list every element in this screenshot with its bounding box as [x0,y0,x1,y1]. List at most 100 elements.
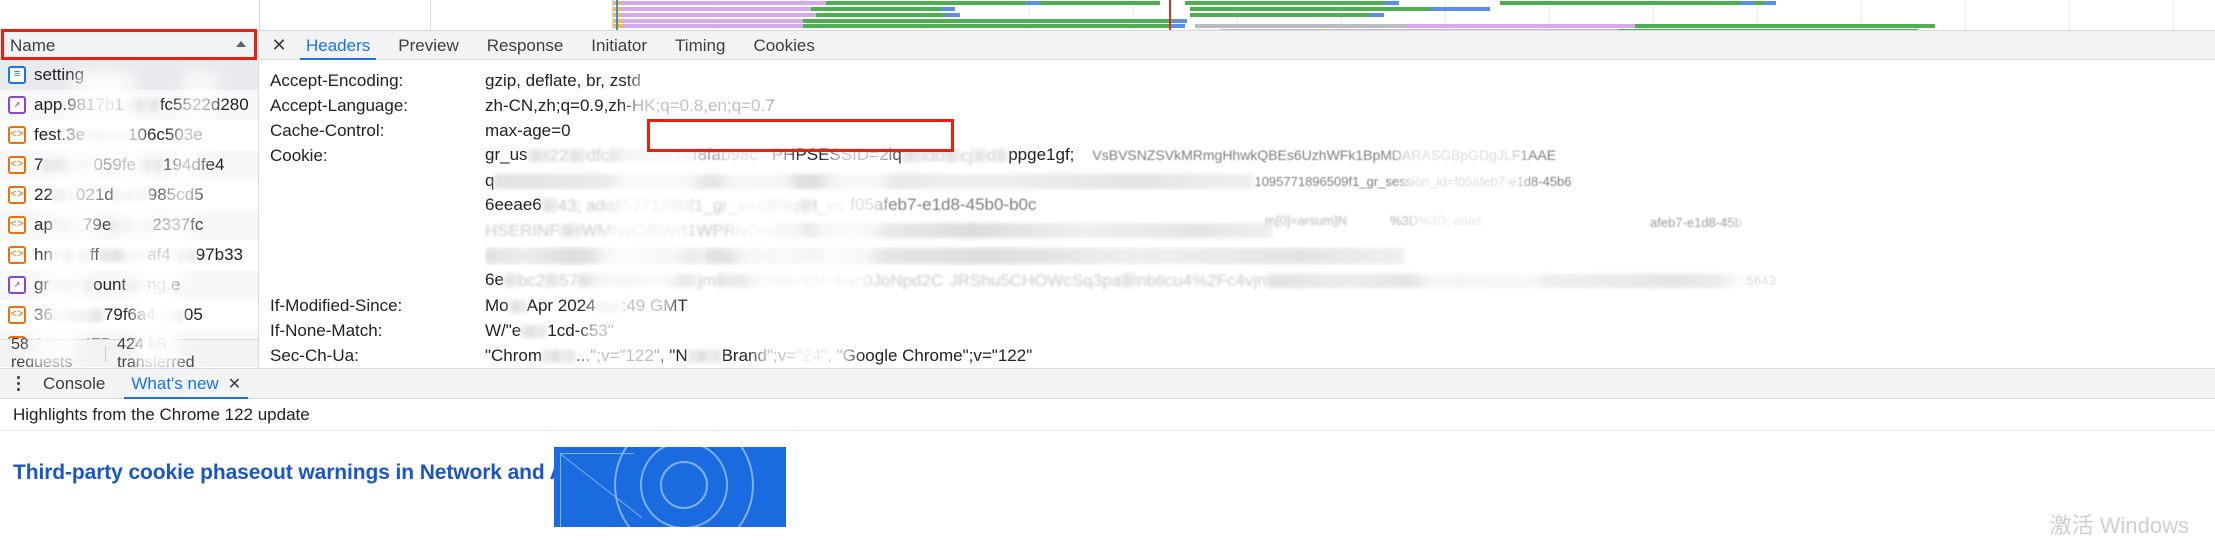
whats-new-body: Third-party cookie phaseout warnings in … [0,431,2215,527]
waterfall-bar-segment [1740,1,1754,5]
header-key: Accept-Language: [270,95,408,115]
request-row-name: setting [34,65,85,84]
waterfall-dcl-marker [616,0,618,30]
request-row[interactable]: <> 22 021d 985cd5 [0,180,258,210]
cookie-value-line-4: HSERINF WMNvC Wrt1WPRiv0% [485,220,1273,241]
close-tab-icon[interactable]: ✕ [228,376,241,393]
redacted-text [52,219,83,233]
code-icon: <> [8,156,26,174]
waterfall-bar-segment [1500,1,1740,5]
request-row-name: fest.3e 106c503e [34,125,203,144]
redacted-text [52,309,104,323]
waterfall-bar-segment [1405,24,1635,28]
waterfall-bar-segment [621,1,826,5]
cookie-frag: 0f1_gr_ses [679,195,764,215]
detail-tab-response[interactable]: Response [473,31,578,60]
network-waterfall[interactable] [0,0,2215,31]
request-row-name: 7 059fe 194dfe4 [34,155,225,174]
waterfall-bar-segment [1430,7,1490,11]
cookie-value-line-5 [485,246,1405,266]
header-row: If-None-Match: W/"e 1cd-c53" [260,318,2215,343]
header-row: Accept-Language: zh-CN,zh;q=0.9,zh-HK;q=… [260,93,2215,118]
request-row[interactable]: <> fest.3e 106c503e [0,120,258,150]
article-thumbnail[interactable] [554,447,786,527]
waterfall-bar-segment [1385,1,1399,5]
cookie-tail-right: m[0]=arsum]N [1265,213,1347,228]
request-row[interactable]: ≡ setting [0,60,258,90]
request-headers-list: Accept-Encoding: gzip, deflate, br, zstd… [260,60,2215,367]
cookie-frag: 6e [485,270,504,290]
whats-new-article-title[interactable]: Third-party cookie phaseout warnings in … [0,461,2215,485]
cookie-frag: HSERINF [485,220,560,240]
code-icon: <> [8,246,26,264]
request-row[interactable]: <> 7 059fe 194dfe4 [0,150,258,180]
devtools-drawer[interactable]: Console What's new ✕ Highlights from the C… [0,368,2215,542]
waterfall-bar-segment [1764,1,1776,5]
cookie-frag: 22 [549,145,569,165]
request-row[interactable]: ↗ gr ount ng.e [0,270,258,300]
detail-tab-initiator[interactable]: Initiator [577,31,661,60]
cookie-frag: JRShu5CHOWcSq3pa [949,270,1122,290]
detail-tabbar[interactable]: ✕ Headers Preview Response Initiator Timing C… [260,31,2215,60]
sort-ascending-icon[interactable] [236,41,246,47]
request-row[interactable]: ↗ app.9817b1 fc5522d280 [0,90,258,120]
header-value: "Chrom ...";v="122", "N Brand";v="24", "Go… [485,345,1033,365]
request-list[interactable]: Name ≡ setting ↗ app.9817b1 fc5522d280 <> fest… [0,31,259,367]
waterfall-bar-segment [1026,1,1040,5]
js-icon: ↗ [8,96,26,114]
cookie-value-line-2: q 1095771896509f1_gr_session_id=f05afeb7-… [485,171,1571,191]
waterfall-bar-segment [1185,1,1385,5]
waterfall-bar-segment [826,1,1026,5]
drawer-tabbar[interactable]: Console What's new ✕ [0,369,2215,399]
waterfall-bar-segment [811,7,941,11]
cookie-frag: nter=bac0JoNpd2C [796,270,944,290]
waterfall-bar-segment [1173,19,1187,23]
waterfall-bar-segment [946,13,960,17]
cookie-frag: dfc [586,145,610,165]
header-key: If-Modified-Since: [270,295,403,315]
more-options-icon[interactable] [6,369,30,399]
detail-tab-cookies[interactable]: Cookies [739,31,828,60]
request-list-header[interactable]: Name [0,31,258,60]
header-value: Mo Apr 2024:49 GMT [485,295,688,315]
header-row: Cache-Control: max-age=0 [260,118,2215,143]
request-row-name: ap 79e 2337fc [34,215,204,234]
waterfall-bar-segment [621,13,816,17]
redacted-text [136,159,164,173]
detail-tab-timing[interactable]: Timing [661,31,739,60]
cookie-value-line-6: 6e bc2 57 jm nter=bac0JoNpd2C JRShu5CHOWcSq3p… [485,270,1776,291]
waterfall-bar-segment [623,24,803,28]
cookie-frag: d [986,145,997,165]
waterfall-bar-segment [1190,7,1430,11]
request-rows[interactable]: ≡ setting ↗ app.9817b1 fc5522d280 <> fest.3e 10… [0,60,258,367]
cookie-frag: iq [785,195,800,215]
detail-tabs[interactable]: Headers Preview Response Initiator Timing Coo… [292,31,829,60]
code-icon: <> [8,306,26,324]
redacted-text [155,309,184,323]
header-value: max-age=0 [485,120,571,140]
cookie-tail-right: %3D%3D; adas [1390,213,1482,228]
waterfall-bar-segment [1190,13,1370,17]
close-detail-icon[interactable]: ✕ [266,31,292,60]
cookie-frag: WMNvC [581,220,645,240]
waterfall-left-columns [0,0,613,30]
request-row[interactable]: <> hn ff af4 97b33 [0,240,258,270]
waterfall-gridline [2069,0,2070,30]
waterfall-bar-segment [1754,1,1764,5]
header-row-cookie-cont: 6e bc2 57 jm nter=bac0JoNpd2C JRShu5CHOWcSq3p… [260,268,2215,293]
waterfall-load-marker [1169,0,1171,30]
requests-count: 58 requests [11,335,73,368]
detail-tab-preview[interactable]: Preview [384,31,472,60]
header-row-cookie-cont [260,243,2215,268]
drawer-tab-console[interactable]: Console [30,369,118,399]
request-row[interactable]: <> ap 79e 2337fc [0,210,258,240]
drawer-tab-what-s-new[interactable]: What's new ✕ [118,369,254,399]
detail-tab-headers[interactable]: Headers [292,31,384,60]
cookie-frag: cj [960,145,973,165]
request-row[interactable]: <> 36 79f6a4 05 [0,300,258,330]
redacted-text [49,279,94,293]
cookie-frag: nbticu4%2Fc4vjn [1137,270,1267,290]
drawer-tabs[interactable]: Console What's new ✕ [30,369,254,399]
request-detail-pane[interactable]: ✕ Headers Preview Response Initiator Timing C… [260,31,2215,367]
waterfall-bar-segment [941,7,955,11]
